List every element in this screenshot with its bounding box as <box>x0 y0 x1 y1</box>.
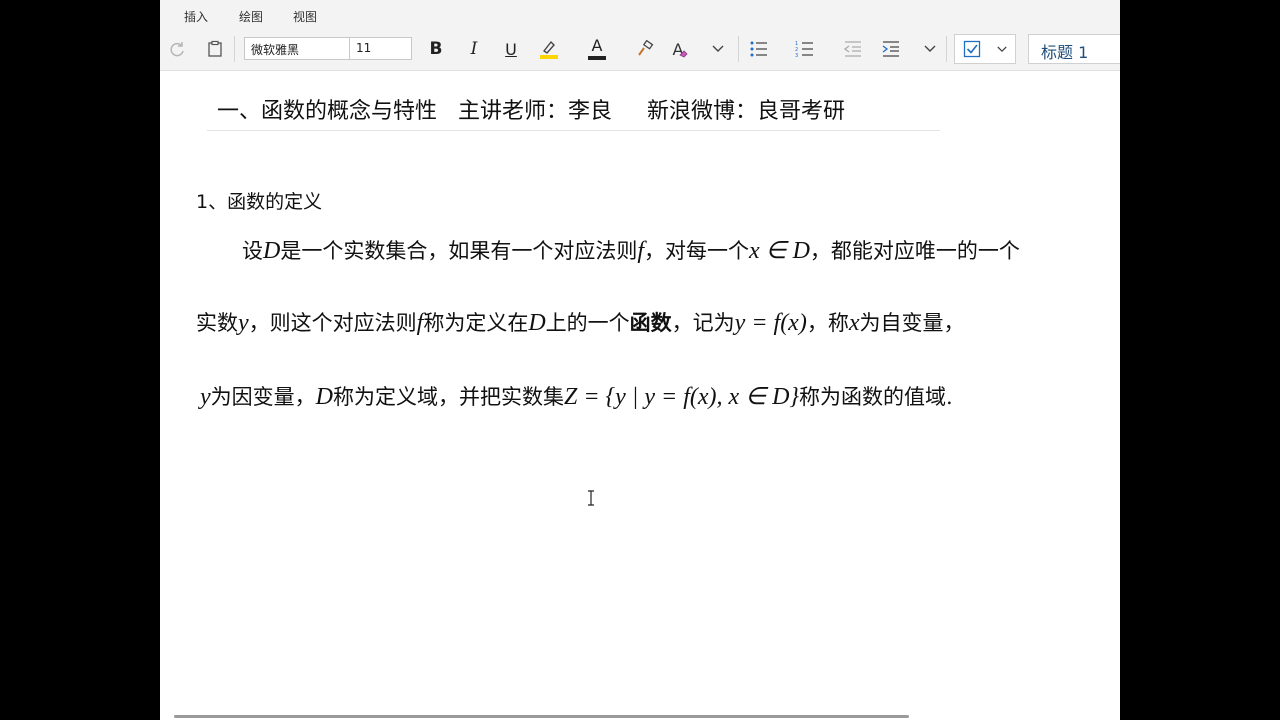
text-run: ，对每一个 <box>644 239 750 263</box>
text-run: 实数 <box>196 311 238 335</box>
svg-text:3: 3 <box>795 53 798 58</box>
text-run: 为因变量， <box>210 385 316 409</box>
text-run: 称为函数的值域. <box>799 385 953 409</box>
checkbox-tag-icon <box>963 40 981 58</box>
numbered-list-icon[interactable]: 123 <box>794 36 816 62</box>
eraser-icon <box>679 50 689 58</box>
page-title[interactable]: 一、函数的概念与特性 主讲老师：李良 新浪微博：良哥考研 <box>217 93 845 125</box>
tab-draw[interactable]: 绘图 <box>239 8 263 25</box>
text-cursor-icon <box>587 490 595 506</box>
math-expression: x ∈ D <box>749 238 810 264</box>
style-gallery-heading1[interactable]: 标题 1 <box>1028 34 1120 64</box>
font-size-field[interactable]: 11 <box>349 37 412 60</box>
decrease-indent-icon[interactable] <box>842 36 864 62</box>
text-run: 是一个实数集合，如果有一个对应法则 <box>280 239 638 263</box>
section-heading[interactable]: 1、函数的定义 <box>196 187 322 214</box>
math-symbol: x <box>848 310 860 336</box>
paragraph-line-1[interactable]: 设D是一个实数集合，如果有一个对应法则f，对每一个x ∈ D，都能对应唯一的一个 <box>242 235 1020 265</box>
math-symbol: y <box>200 384 211 410</box>
underline-button[interactable]: U <box>501 36 521 62</box>
bold-term: 函数 <box>629 310 672 335</box>
text-run: 称为定义域，并把实数集 <box>333 385 564 409</box>
text-run: 为自变量， <box>859 311 965 335</box>
redo-icon[interactable] <box>166 36 188 62</box>
tag-button[interactable] <box>954 34 1016 64</box>
text-run: ，则这个对应法则 <box>248 311 417 335</box>
chevron-down-icon <box>997 46 1007 52</box>
text-run: ，都能对应唯一的一个 <box>809 239 1020 263</box>
text-run: 设 <box>242 239 263 263</box>
note-page[interactable]: 一、函数的概念与特性 主讲老师：李良 新浪微博：良哥考研 1、函数的定义 设D是… <box>160 71 1120 720</box>
text-run: ，称 <box>806 311 849 335</box>
highlighter-icon <box>540 40 558 59</box>
toolbar-separator <box>946 36 947 62</box>
ribbon: 插入 绘图 视图 微软雅黑 11 B I U A A 1 2 3 标题 1 <box>160 0 1120 71</box>
format-painter-icon[interactable] <box>634 36 656 62</box>
paste-icon[interactable] <box>204 36 226 62</box>
bold-button[interactable]: B <box>426 36 446 62</box>
italic-button[interactable]: I <box>464 36 484 62</box>
text-run: ，记为 <box>671 311 735 335</box>
horizontal-scrollbar[interactable] <box>174 715 909 718</box>
math-expression: Z = {y | y = f(x), x ∈ D} <box>564 384 800 410</box>
chevron-down-icon[interactable] <box>710 36 726 62</box>
increase-indent-icon[interactable] <box>880 36 902 62</box>
onenote-window: 插入 绘图 视图 微软雅黑 11 B I U A A 1 2 3 标题 1 一、… <box>160 0 1120 720</box>
title-divider <box>207 130 940 131</box>
math-symbol: f <box>637 238 645 264</box>
tab-insert[interactable]: 插入 <box>184 8 208 25</box>
font-name-field[interactable]: 微软雅黑 <box>244 37 350 60</box>
math-symbol: D <box>315 384 333 410</box>
bullet-list-icon[interactable] <box>748 36 770 62</box>
math-symbol: y <box>238 310 249 336</box>
highlight-button[interactable] <box>538 36 560 62</box>
toolbar-separator <box>738 36 739 62</box>
font-color-button[interactable]: A <box>586 36 608 62</box>
paragraph-line-3[interactable]: y为因变量，D称为定义域，并把实数集Z = {y | y = f(x), x ∈… <box>200 381 953 411</box>
toolbar-separator <box>234 36 235 62</box>
math-expression: y = f(x) <box>734 310 807 336</box>
math-symbol: D <box>263 238 281 264</box>
tab-view[interactable]: 视图 <box>293 8 317 25</box>
font-color-swatch <box>588 56 606 60</box>
clear-formatting-button[interactable]: A <box>670 36 692 62</box>
text-run: 称为定义在 <box>423 311 529 335</box>
math-symbol: D <box>528 310 546 336</box>
paragraph-line-2[interactable]: 实数y，则这个对应法则f称为定义在D上的一个函数，记为y = f(x)，称x为自… <box>196 307 964 337</box>
font-color-label: A <box>591 36 603 55</box>
text-run: 上的一个 <box>545 311 630 335</box>
chevron-down-icon[interactable] <box>922 36 938 62</box>
